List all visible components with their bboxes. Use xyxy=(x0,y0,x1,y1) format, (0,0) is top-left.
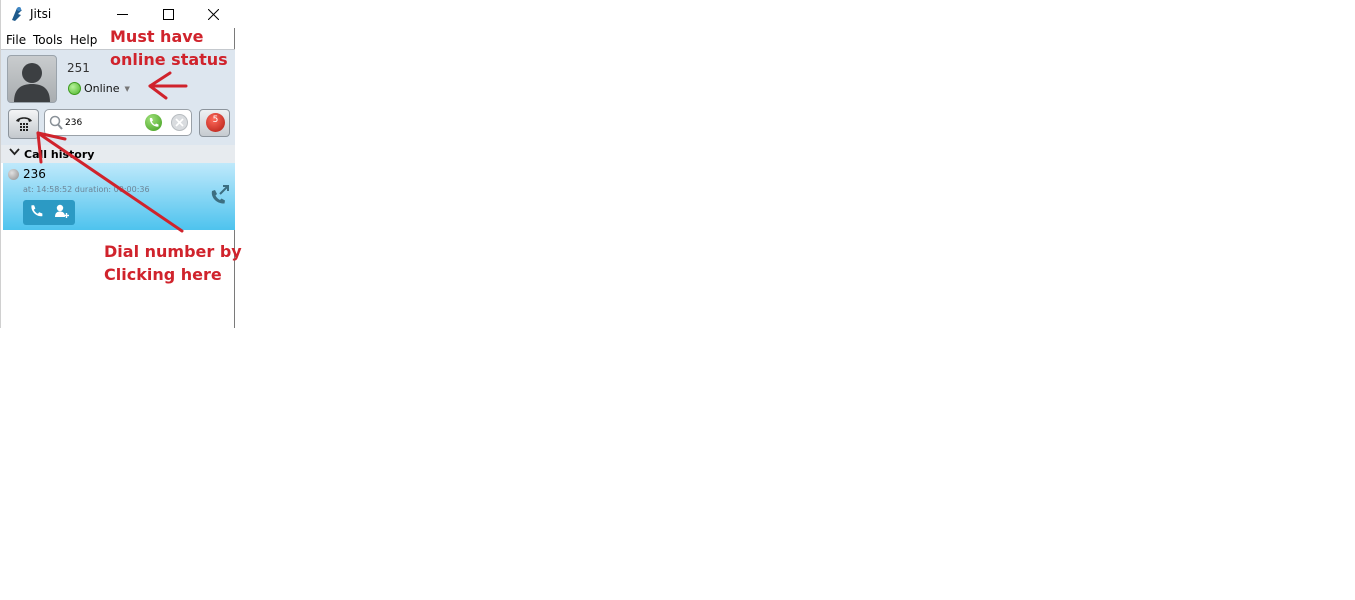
call-contact-button[interactable] xyxy=(29,204,43,221)
dialpad-phone-icon xyxy=(15,117,32,131)
add-contact-button[interactable] xyxy=(54,203,70,222)
notifications-button[interactable]: 5 xyxy=(199,109,230,137)
call-history-header[interactable]: Call history xyxy=(1,145,235,163)
clear-search-button[interactable] xyxy=(171,114,188,131)
maximize-button[interactable] xyxy=(145,0,191,28)
search-field xyxy=(44,109,192,136)
user-silhouette-icon xyxy=(14,63,50,102)
minimize-button[interactable] xyxy=(99,0,145,28)
call-button[interactable] xyxy=(145,114,162,131)
offline-status-icon xyxy=(8,169,19,180)
phone-icon xyxy=(30,205,42,217)
minimize-icon xyxy=(116,13,128,15)
notification-count-badge: 5 xyxy=(206,113,225,132)
call-detail: at: 14:58:52 duration: 00:00:36 xyxy=(23,185,150,194)
account-name: 251 xyxy=(67,61,90,75)
close-button[interactable] xyxy=(190,0,236,28)
close-icon xyxy=(207,8,219,20)
annotation-dial-number: Dial number by Clicking here xyxy=(104,240,242,286)
title-bar: Jitsi xyxy=(1,0,235,28)
avatar[interactable] xyxy=(7,55,57,103)
online-status-icon xyxy=(68,82,81,95)
jitsi-logo-icon xyxy=(10,6,24,22)
call-history-title: Call history xyxy=(24,148,95,161)
search-input[interactable] xyxy=(65,115,143,130)
search-icon xyxy=(49,115,63,133)
chevron-down-icon: ▼ xyxy=(124,85,130,93)
menu-help[interactable]: Help xyxy=(70,33,97,47)
annotation-line: online status xyxy=(110,50,228,69)
add-contact-icon xyxy=(54,204,69,218)
outgoing-call-icon xyxy=(209,183,231,208)
window-title: Jitsi xyxy=(30,7,52,21)
contact-name: 236 xyxy=(23,167,46,181)
call-history-row[interactable]: 236 at: 14:58:52 duration: 00:00:36 xyxy=(3,163,235,230)
annotation-line: Must have xyxy=(110,27,204,46)
annotation-online-status: Must have online status xyxy=(110,25,228,71)
annotation-line: Clicking here xyxy=(104,265,222,284)
dialpad-button[interactable] xyxy=(8,109,39,139)
clear-icon xyxy=(175,118,184,127)
menu-tools[interactable]: Tools xyxy=(33,33,63,47)
chevron-down-icon xyxy=(9,146,20,160)
phone-icon xyxy=(149,118,159,127)
row-actions xyxy=(23,200,75,225)
status-selector[interactable]: Online ▼ xyxy=(68,82,130,95)
menu-file[interactable]: File xyxy=(6,33,26,47)
status-label: Online xyxy=(84,82,120,95)
annotation-line: Dial number by xyxy=(104,242,242,261)
maximize-icon xyxy=(162,8,174,20)
